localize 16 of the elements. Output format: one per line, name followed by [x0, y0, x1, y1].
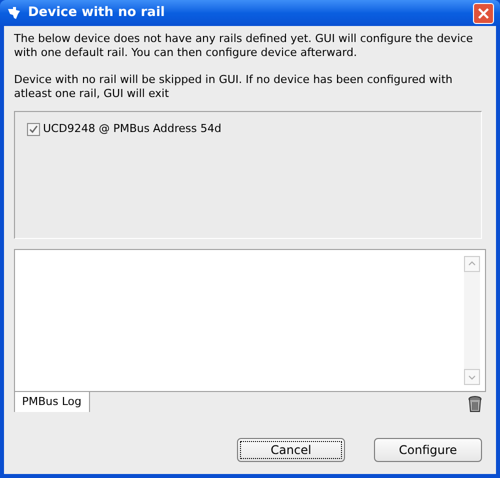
device-label: UCD9248 @ PMBus Address 54d [43, 122, 222, 136]
scrollbar[interactable] [464, 256, 480, 385]
trash-icon[interactable] [468, 396, 482, 413]
log-tab[interactable]: PMBus Log [14, 392, 90, 412]
close-button[interactable] [473, 2, 494, 24]
close-icon [478, 8, 489, 18]
message-text: Device with no rail will be skipped in GUI. If no device has been configured with atleast one rail, GUI will exit [14, 73, 454, 101]
app-icon [6, 5, 22, 21]
checkbox[interactable] [27, 122, 40, 136]
scroll-down-icon[interactable] [464, 369, 480, 385]
message-text: The below device does not have any rails defined yet. GUI will configure the device with one default rail. You can then configure device afterward. [14, 32, 474, 60]
dialog-button[interactable]: Configure [374, 438, 482, 462]
scroll-up-icon[interactable] [464, 256, 480, 272]
check-icon [29, 124, 38, 134]
dialog-button[interactable]: Cancel [237, 438, 345, 462]
window-title: Device with no rail [28, 4, 166, 22]
